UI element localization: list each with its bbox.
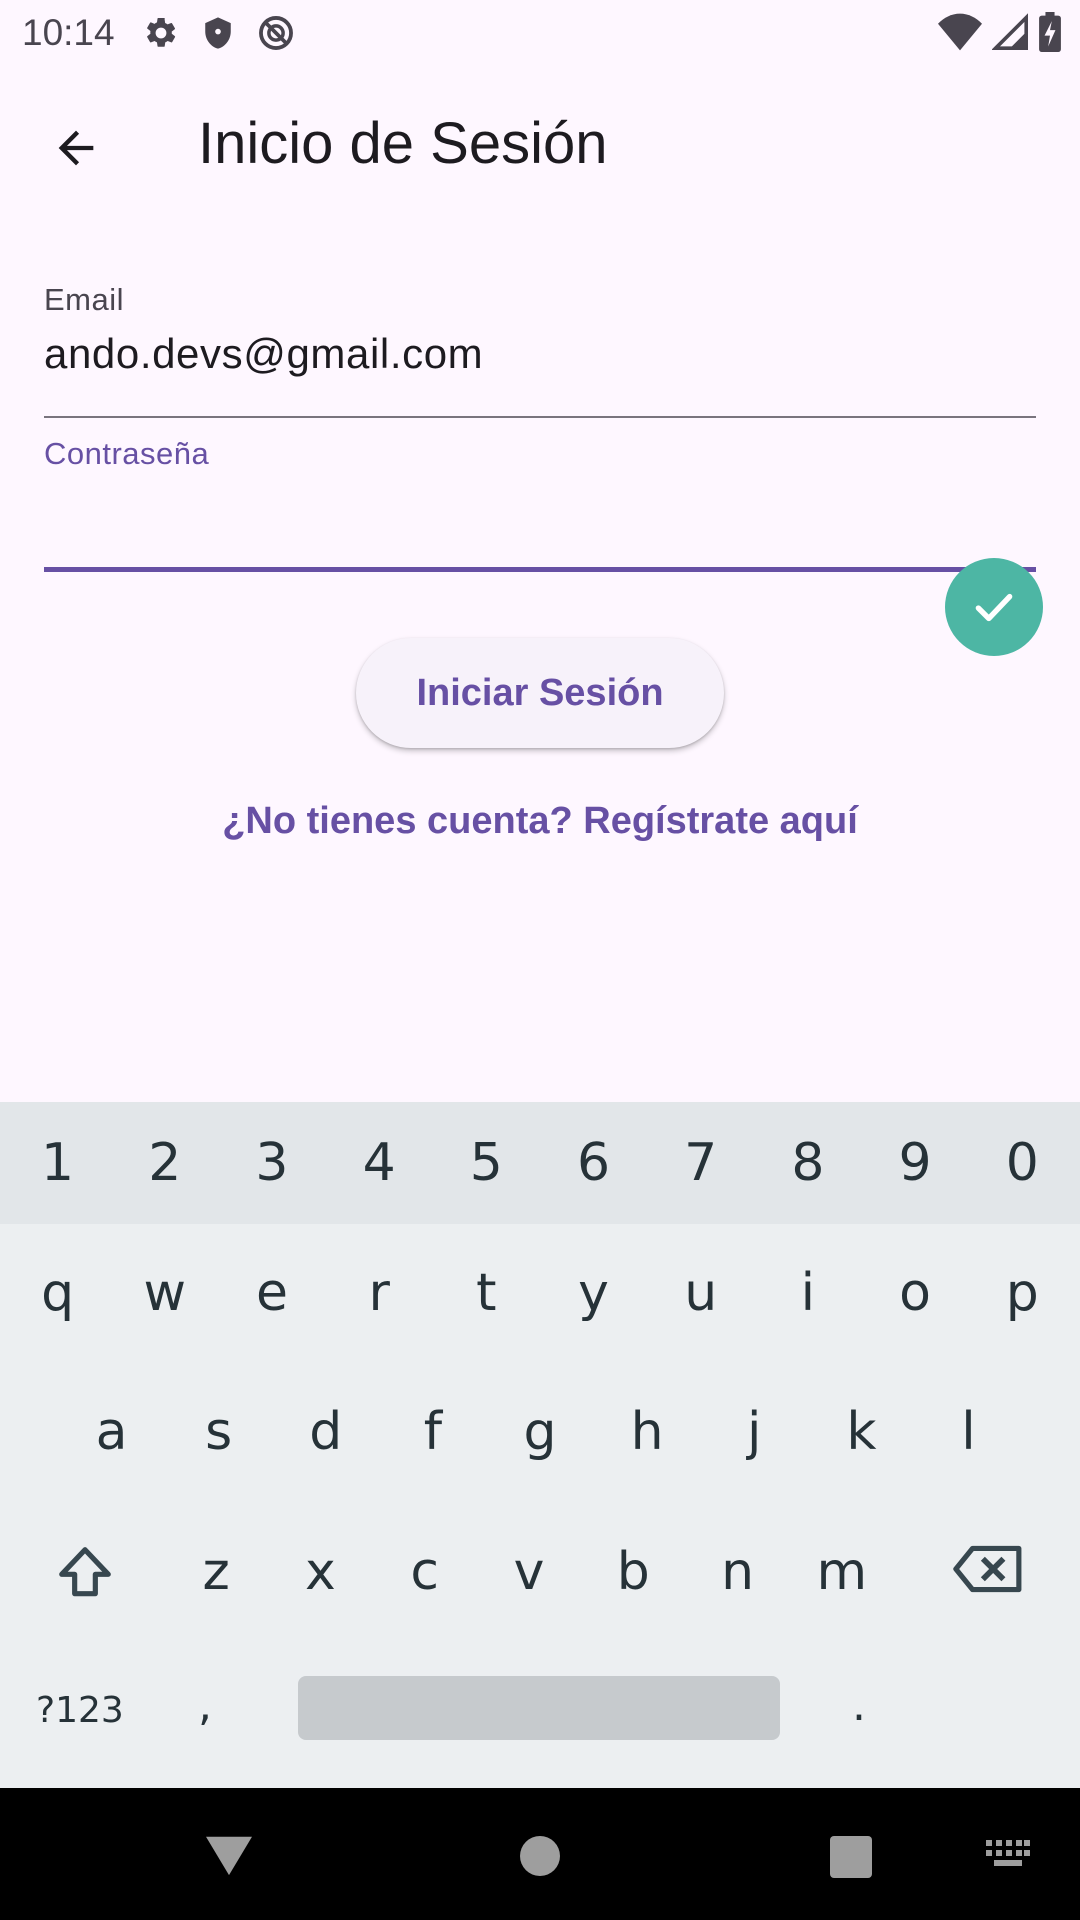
- key-p[interactable]: p: [969, 1267, 1076, 1319]
- key-1[interactable]: 1: [4, 1137, 111, 1189]
- key-i[interactable]: i: [754, 1267, 861, 1319]
- key-y[interactable]: y: [540, 1267, 647, 1319]
- key-j[interactable]: j: [701, 1406, 808, 1458]
- status-icons-right: [938, 12, 1062, 52]
- keyboard-row-4: ?123 , .: [0, 1642, 1080, 1788]
- nav-home-icon[interactable]: [520, 1836, 560, 1876]
- key-t[interactable]: t: [433, 1267, 540, 1319]
- key-6[interactable]: 6: [540, 1137, 647, 1189]
- nav-recents-icon[interactable]: [830, 1836, 872, 1878]
- key-x[interactable]: x: [268, 1546, 372, 1598]
- key-8[interactable]: 8: [754, 1137, 861, 1189]
- key-0[interactable]: 0: [969, 1137, 1076, 1189]
- battery-charging-icon: [1039, 12, 1061, 52]
- backspace-key[interactable]: [948, 1534, 1028, 1604]
- key-v[interactable]: v: [477, 1546, 581, 1598]
- email-field[interactable]: Email ando.devs@gmail.com: [44, 282, 1036, 418]
- key-l[interactable]: l: [915, 1406, 1022, 1458]
- email-input[interactable]: ando.devs@gmail.com: [44, 330, 1036, 378]
- back-button[interactable]: [28, 100, 124, 196]
- login-button[interactable]: Iniciar Sesión: [356, 638, 724, 748]
- key-7[interactable]: 7: [647, 1137, 754, 1189]
- key-a[interactable]: a: [58, 1406, 165, 1458]
- enter-key[interactable]: [945, 558, 1043, 656]
- do-not-disturb-icon: [258, 16, 293, 50]
- shift-key[interactable]: [40, 1528, 130, 1618]
- app-bar: Inicio de Sesión: [0, 80, 1080, 204]
- symbols-key[interactable]: ?123: [36, 1690, 124, 1731]
- key-q[interactable]: q: [4, 1267, 111, 1319]
- key-c[interactable]: c: [373, 1546, 477, 1598]
- system-nav-bar: [0, 1788, 1080, 1920]
- key-u[interactable]: u: [647, 1267, 754, 1319]
- key-n[interactable]: n: [685, 1546, 789, 1598]
- soft-keyboard: 1 2 3 4 5 6 7 8 9 0 q w e r t y u i o p …: [0, 1102, 1080, 1788]
- key-g[interactable]: g: [487, 1406, 594, 1458]
- key-2[interactable]: 2: [111, 1137, 218, 1189]
- shield-icon: [204, 17, 231, 49]
- period-key[interactable]: .: [852, 1680, 866, 1731]
- check-icon: [975, 593, 1013, 622]
- key-9[interactable]: 9: [862, 1137, 969, 1189]
- backspace-icon: [953, 1545, 1022, 1593]
- key-z[interactable]: z: [164, 1546, 268, 1598]
- wifi-icon: [938, 13, 982, 51]
- keyboard-row-3-letters: z x c v b n m: [164, 1502, 894, 1642]
- settings-icon: [146, 17, 175, 47]
- signal-icon: [992, 13, 1028, 50]
- register-link[interactable]: ¿No tienes cuenta? Regístrate aquí: [0, 800, 1080, 843]
- password-label: Contraseña: [44, 436, 210, 471]
- keyboard-row-3: z x c v b n m: [0, 1502, 1080, 1642]
- status-time: 10:14: [22, 12, 115, 53]
- comma-key[interactable]: ,: [198, 1680, 212, 1731]
- shift-icon: [59, 1547, 111, 1597]
- nav-back-icon[interactable]: [206, 1832, 252, 1876]
- key-4[interactable]: 4: [326, 1137, 433, 1189]
- key-k[interactable]: k: [808, 1406, 915, 1458]
- key-5[interactable]: 5: [433, 1137, 540, 1189]
- key-m[interactable]: m: [790, 1546, 894, 1598]
- page-title: Inicio de Sesión: [198, 111, 608, 176]
- key-r[interactable]: r: [326, 1267, 433, 1319]
- key-b[interactable]: b: [581, 1546, 685, 1598]
- keyboard-number-row: 1 2 3 4 5 6 7 8 9 0: [0, 1102, 1080, 1224]
- key-f[interactable]: f: [379, 1406, 486, 1458]
- key-3[interactable]: 3: [218, 1137, 325, 1189]
- key-h[interactable]: h: [594, 1406, 701, 1458]
- space-key[interactable]: [298, 1676, 780, 1740]
- arrow-back-icon: [58, 130, 94, 166]
- key-e[interactable]: e: [218, 1267, 325, 1319]
- password-field[interactable]: Contraseña: [44, 436, 1036, 572]
- key-s[interactable]: s: [165, 1406, 272, 1458]
- status-bar: 10:14: [0, 0, 1080, 66]
- keyboard-row-1: q w e r t y u i o p: [0, 1224, 1080, 1362]
- keyboard-row-2: a s d f g h j k l: [0, 1362, 1080, 1502]
- email-label: Email: [44, 282, 125, 317]
- keyboard-switch-icon[interactable]: [986, 1840, 1030, 1868]
- key-w[interactable]: w: [111, 1267, 218, 1319]
- status-icons-left: [143, 14, 295, 52]
- key-d[interactable]: d: [272, 1406, 379, 1458]
- key-o[interactable]: o: [862, 1267, 969, 1319]
